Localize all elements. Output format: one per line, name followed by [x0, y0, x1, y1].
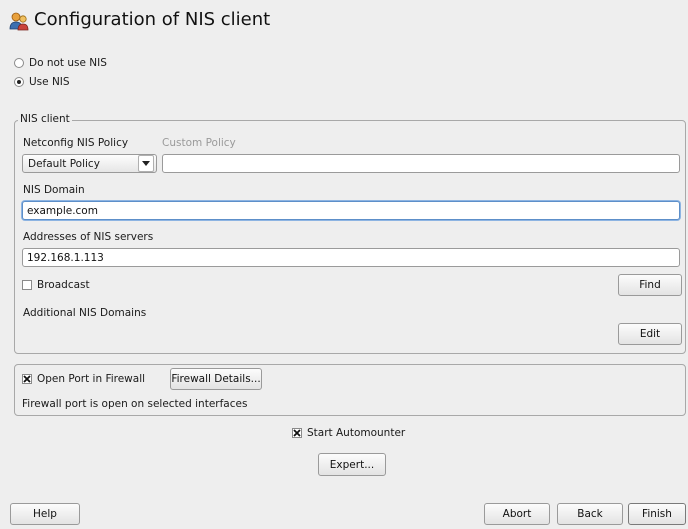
- firewall-status-text: Firewall port is open on selected interf…: [22, 398, 248, 410]
- policy-select[interactable]: Default Policy: [22, 154, 157, 173]
- find-button[interactable]: Find: [618, 274, 682, 296]
- edit-button[interactable]: Edit: [618, 323, 682, 345]
- nis-servers-label: Addresses of NIS servers: [23, 231, 154, 243]
- help-button[interactable]: Help: [10, 503, 80, 525]
- custom-policy-input[interactable]: [162, 154, 680, 173]
- additional-domains-label: Additional NIS Domains: [23, 307, 147, 319]
- radio-do-not-use-nis[interactable]: Do not use NIS: [14, 57, 107, 69]
- custom-policy-label: Custom Policy: [162, 137, 236, 149]
- automounter-checkbox-row[interactable]: Start Automounter: [292, 427, 405, 439]
- chevron-down-icon[interactable]: [138, 155, 154, 172]
- expert-button[interactable]: Expert...: [318, 453, 386, 476]
- broadcast-checkbox[interactable]: [22, 280, 32, 290]
- policy-select-value: Default Policy: [28, 157, 100, 170]
- radio-use-nis[interactable]: Use NIS: [14, 76, 70, 88]
- open-port-checkbox-row[interactable]: Open Port in Firewall: [22, 373, 145, 385]
- radio-label: Do not use NIS: [29, 57, 107, 69]
- radio-indicator[interactable]: [14, 77, 24, 87]
- broadcast-checkbox-row[interactable]: Broadcast: [22, 279, 90, 291]
- broadcast-label: Broadcast: [37, 279, 90, 291]
- radio-label: Use NIS: [29, 76, 70, 88]
- group-title: NIS client: [18, 113, 72, 125]
- nis-servers-input[interactable]: [22, 248, 680, 267]
- firewall-details-button[interactable]: Firewall Details...: [170, 368, 262, 390]
- nis-domain-input[interactable]: [22, 201, 680, 220]
- open-port-checkbox[interactable]: [22, 374, 32, 384]
- open-port-label: Open Port in Firewall: [37, 373, 146, 385]
- nis-domain-label: NIS Domain: [23, 184, 85, 196]
- automounter-checkbox[interactable]: [292, 428, 302, 438]
- policy-label: Netconfig NIS Policy: [23, 137, 129, 149]
- abort-button[interactable]: Abort: [484, 503, 550, 525]
- back-button[interactable]: Back: [557, 503, 623, 525]
- automounter-label: Start Automounter: [307, 427, 406, 439]
- nis-client-icon: [8, 10, 30, 32]
- radio-indicator[interactable]: [14, 58, 24, 68]
- finish-button[interactable]: Finish: [628, 503, 686, 525]
- page-title: Configuration of NIS client: [34, 9, 271, 30]
